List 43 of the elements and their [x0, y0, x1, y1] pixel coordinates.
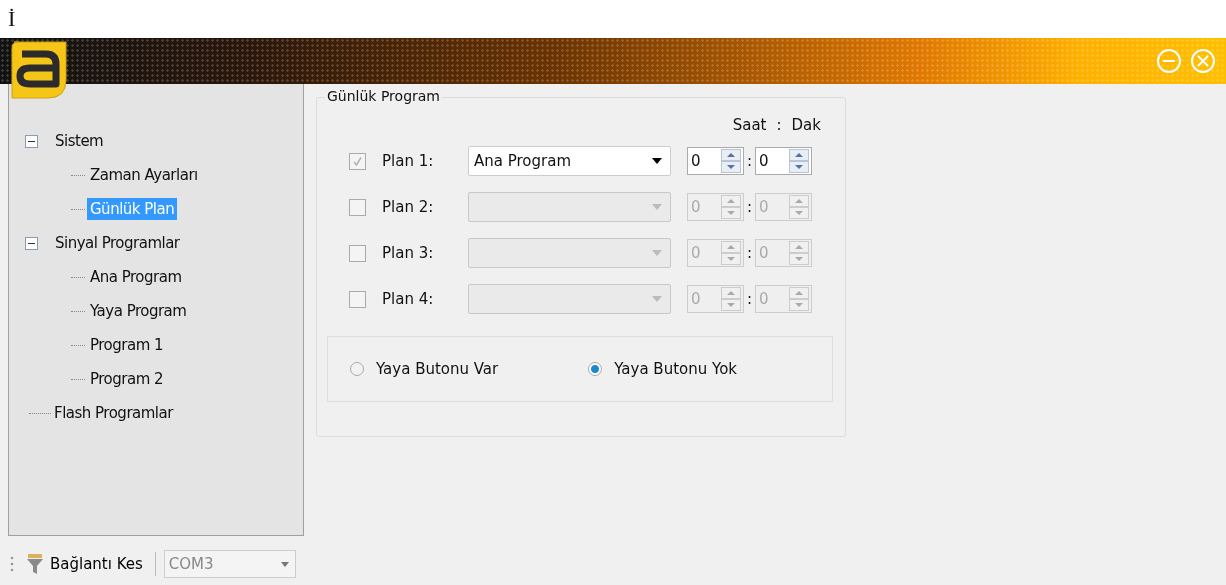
- time-separator: :: [747, 290, 753, 308]
- caret-icon: [652, 296, 662, 302]
- close-icon[interactable]: [1190, 48, 1216, 74]
- tree-item[interactable]: Yaya Program: [87, 300, 190, 322]
- caret-icon: [652, 204, 662, 210]
- plan-label: Plan 4:: [382, 290, 435, 308]
- minimize-icon[interactable]: [1156, 48, 1182, 74]
- caret-icon: [652, 158, 662, 164]
- column-separator: :: [776, 116, 782, 136]
- tree-item[interactable]: Zaman Ayarları: [87, 164, 201, 186]
- time-separator: :: [747, 244, 753, 262]
- plan-label: Plan 1:: [382, 152, 435, 170]
- checkmark-icon: [352, 155, 363, 167]
- radio-button[interactable]: [350, 362, 364, 376]
- caret-icon: [652, 250, 662, 256]
- time-separator: :: [747, 198, 753, 216]
- tree-item[interactable]: Program 2: [87, 368, 167, 390]
- tree-item[interactable]: Sistem: [52, 130, 107, 152]
- logo-icon: [8, 40, 70, 100]
- collapse-toggle[interactable]: [25, 134, 38, 148]
- plan-label: Plan 3:: [382, 244, 435, 262]
- collapse-toggle[interactable]: [25, 236, 38, 250]
- group-title: Günlük Program: [325, 88, 442, 104]
- tree-item[interactable]: Ana Program: [87, 266, 185, 288]
- grip-icon: [10, 555, 14, 573]
- minute-spinner[interactable]: 0: [755, 147, 812, 175]
- radio-label: Yaya Butonu Yok: [614, 360, 738, 378]
- tree-item[interactable]: Program 1: [87, 334, 167, 356]
- disconnect-button[interactable]: Bağlantı Kes: [22, 553, 147, 575]
- radio-label: Yaya Butonu Var: [376, 360, 499, 378]
- funnel-icon: [26, 553, 44, 575]
- cursor-glyph: İ: [8, 7, 16, 31]
- plan-label: Plan 2:: [382, 198, 435, 216]
- time-separator: :: [747, 152, 753, 170]
- checkbox[interactable]: [349, 152, 366, 170]
- tree-item[interactable]: Sinyal Programlar: [52, 232, 183, 254]
- column-header: Dak: [791, 116, 821, 136]
- column-header: Saat: [732, 116, 767, 136]
- program-dropdown[interactable]: Ana Program: [468, 146, 671, 176]
- tree-item[interactable]: Flash Programlar: [51, 402, 176, 424]
- radio-button[interactable]: [588, 362, 603, 376]
- caret-icon: [280, 561, 289, 567]
- hour-spinner[interactable]: 0: [687, 147, 744, 175]
